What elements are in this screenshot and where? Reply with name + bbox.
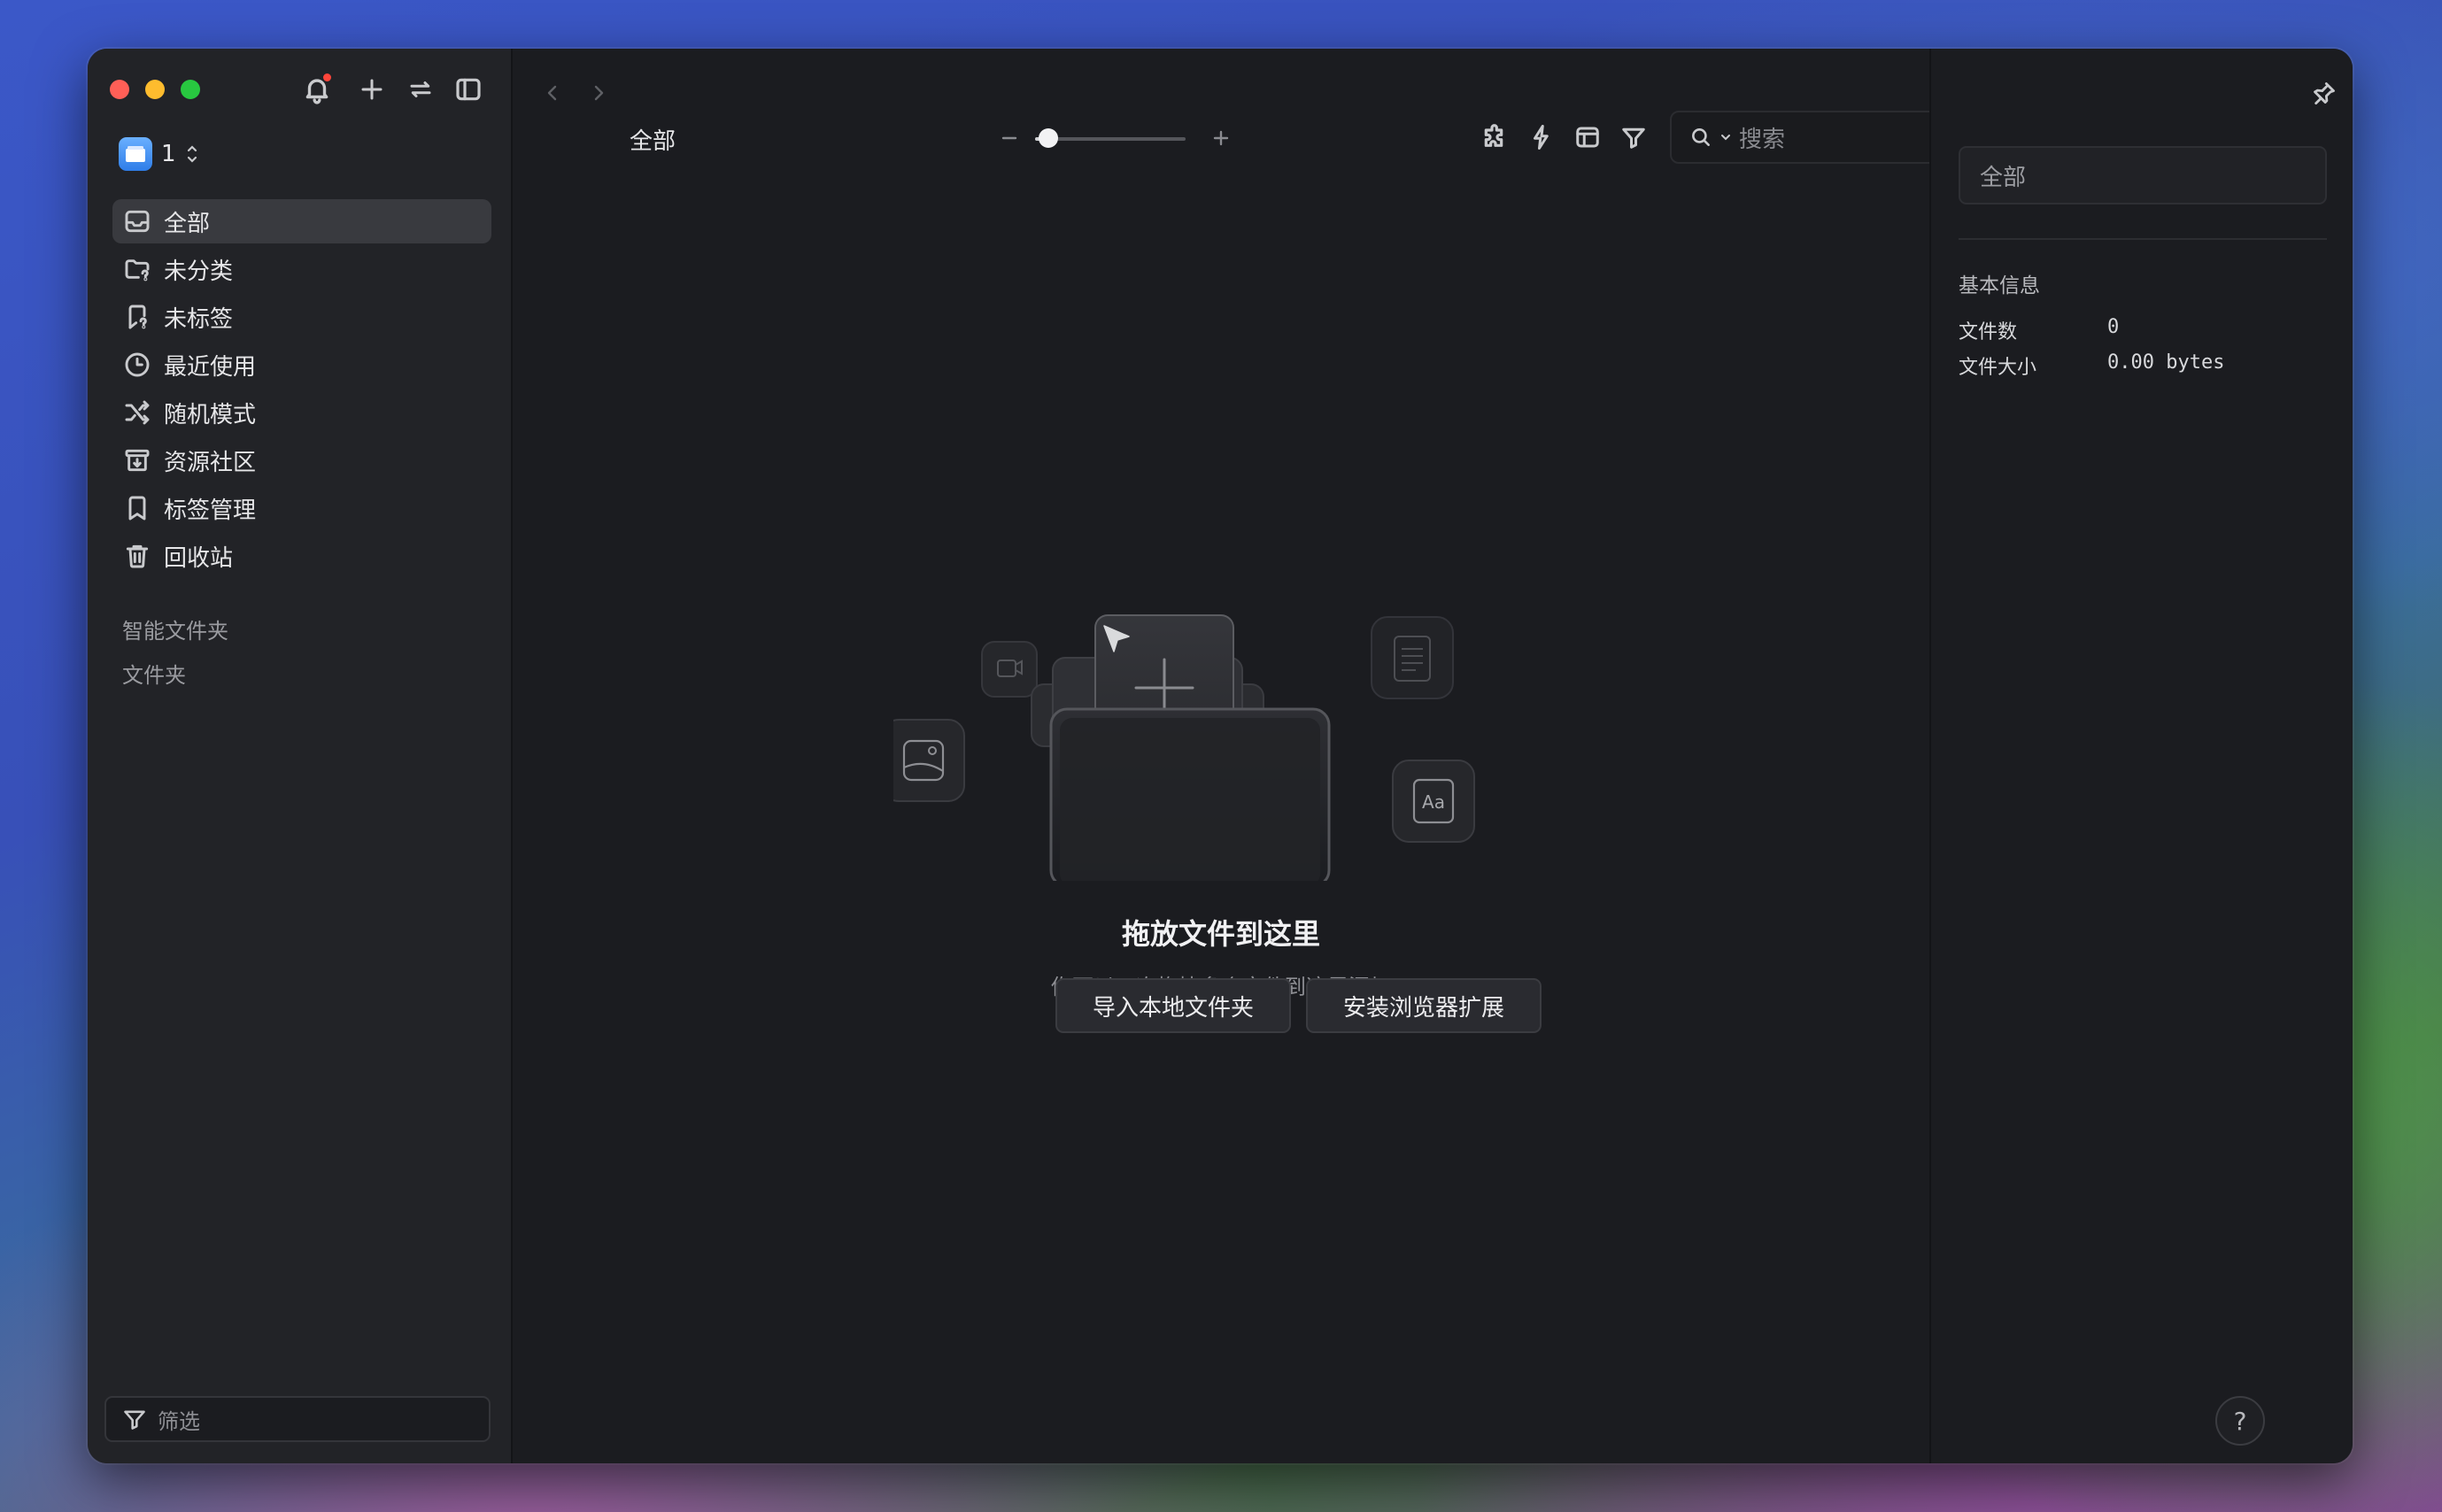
library-name: 1 — [161, 141, 176, 167]
folder-question-icon — [125, 259, 150, 282]
chevron-up-down-icon — [187, 145, 197, 163]
chevron-down-icon — [1721, 135, 1730, 141]
app-window: 1 全部 未分类 未标签 最近使用 随机模式 资源社区 标签管理 回收站 智能文… — [88, 49, 2353, 1463]
clock-icon — [125, 352, 150, 377]
sidebar-item-label: 资源社区 — [164, 449, 257, 476]
filter-placeholder: 筛选 — [158, 1408, 200, 1434]
drop-tray — [1049, 707, 1331, 881]
bell-icon[interactable] — [299, 72, 335, 107]
filter-icon — [124, 1410, 145, 1430]
sidebar-item-label: 未标签 — [164, 305, 234, 333]
main-content: 全部 搜索 Aa 拖放文件到这里 导入本地文件夹 安装浏览器扩展 — [513, 49, 1989, 1463]
notification-dot — [323, 73, 331, 81]
search-icon — [1692, 128, 1710, 146]
zoom-window-button[interactable] — [181, 80, 200, 99]
drop-files-illustration: Aa — [893, 614, 1475, 881]
layout-icon[interactable] — [1570, 120, 1605, 155]
sidebar-item-recent[interactable]: 最近使用 — [112, 343, 491, 387]
pin-icon[interactable] — [2307, 75, 2342, 111]
library-icon — [119, 137, 152, 171]
sidebar-item-community[interactable]: 资源社区 — [112, 438, 491, 482]
smart-folders-section[interactable]: 智能文件夹 — [122, 613, 228, 644]
inspector-name-field[interactable]: 全部 — [1959, 146, 2327, 204]
file-size-label: 文件大小 — [1959, 357, 2037, 379]
zoom-slider[interactable] — [1035, 128, 1186, 148]
empty-state-title: 拖放文件到这里 — [1121, 917, 1320, 951]
sidebar-item-tag-manager[interactable]: 标签管理 — [112, 486, 491, 530]
breadcrumb: 全部 — [630, 128, 676, 155]
inspector-divider — [1959, 238, 2327, 240]
help-button[interactable]: ? — [2215, 1396, 2265, 1446]
image-card-icon — [893, 719, 965, 802]
sidebar-item-untagged[interactable]: 未标签 — [112, 295, 491, 339]
sidebar-item-label: 全部 — [164, 210, 211, 237]
file-count-label: 文件数 — [1959, 321, 2018, 343]
zoom-out-icon[interactable] — [996, 125, 1023, 151]
sidebar-filter-input[interactable]: 筛选 — [104, 1396, 491, 1442]
back-arrow-icon[interactable] — [539, 75, 566, 111]
folders-section[interactable]: 文件夹 — [122, 658, 186, 689]
sidebar-toggle-icon[interactable] — [451, 72, 486, 107]
archive-download-icon — [125, 449, 150, 472]
trash-icon — [126, 544, 149, 568]
zoom-slider-knob[interactable] — [1039, 128, 1059, 148]
file-size-value: 0.00 bytes — [2107, 351, 2225, 374]
sidebar-item-trash[interactable]: 回收站 — [112, 534, 491, 578]
tag-question-icon — [128, 305, 147, 329]
sidebar-item-label: 回收站 — [164, 544, 234, 572]
file-count-value: 0 — [2107, 316, 2120, 338]
sidebar: 1 全部 未分类 未标签 最近使用 随机模式 资源社区 标签管理 回收站 智能文… — [88, 49, 513, 1463]
swap-arrows-icon[interactable] — [403, 72, 438, 107]
zoom-in-icon[interactable] — [1208, 125, 1234, 151]
import-local-folder-button[interactable]: 导入本地文件夹 — [1055, 978, 1291, 1033]
plus-icon[interactable] — [354, 72, 390, 107]
inbox-icon — [125, 210, 150, 233]
sidebar-item-all[interactable]: 全部 — [112, 199, 491, 243]
bookmark-icon — [128, 496, 146, 521]
close-window-button[interactable] — [110, 80, 129, 99]
install-browser-extension-button[interactable]: 安装浏览器扩展 — [1306, 978, 1542, 1033]
forward-arrow-icon[interactable] — [585, 75, 612, 111]
sidebar-item-uncategorized[interactable]: 未分类 — [112, 247, 491, 291]
bolt-icon[interactable] — [1524, 120, 1559, 155]
puzzle-icon[interactable] — [1478, 120, 1513, 155]
document-card-icon — [1371, 616, 1454, 699]
basic-info-heading: 基本信息 — [1959, 274, 2040, 297]
shuffle-icon — [125, 400, 150, 425]
sidebar-item-random[interactable]: 随机模式 — [112, 390, 491, 435]
library-switcher[interactable]: 1 — [119, 137, 199, 171]
filter-icon[interactable] — [1616, 120, 1651, 155]
sidebar-item-label: 未分类 — [164, 258, 234, 285]
search-placeholder: 搜索 — [1739, 126, 1786, 153]
minimize-window-button[interactable] — [145, 80, 165, 99]
sidebar-nav: 全部 未分类 未标签 最近使用 随机模式 资源社区 标签管理 回收站 — [112, 199, 491, 582]
video-card-icon — [981, 641, 1038, 698]
sidebar-item-label: 最近使用 — [164, 353, 257, 381]
font-card-text: Aa — [1422, 791, 1445, 813]
inspector-panel: 全部 基本信息 文件数 0 文件大小 0.00 bytes — [1929, 49, 2353, 1463]
sidebar-item-label: 随机模式 — [164, 401, 257, 428]
font-card-icon: Aa — [1392, 760, 1475, 843]
sidebar-item-label: 标签管理 — [164, 497, 257, 524]
